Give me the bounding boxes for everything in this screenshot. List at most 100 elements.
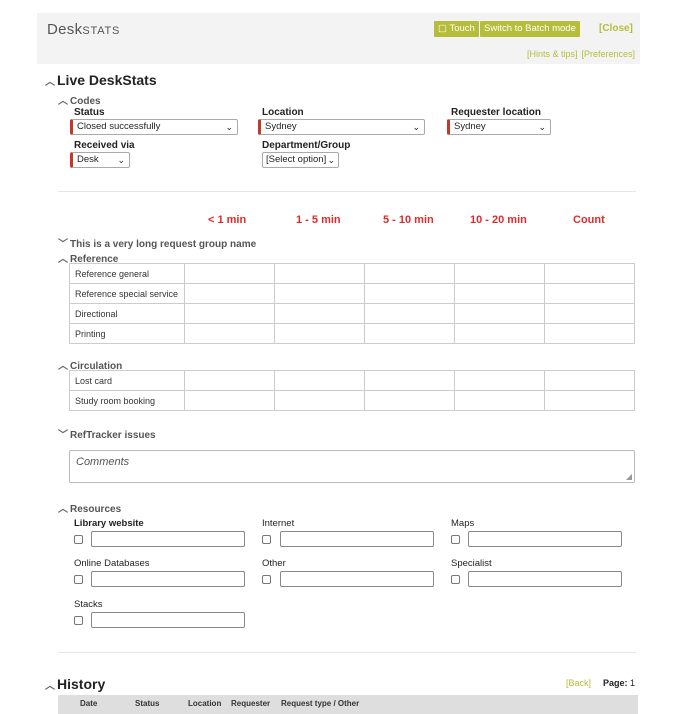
batch-mode-button[interactable]: Switch to Batch mode xyxy=(480,21,580,37)
count-cell[interactable] xyxy=(364,390,455,411)
caret-down-icon: ﹀ xyxy=(58,239,68,250)
count-cell[interactable] xyxy=(184,303,275,324)
resource-label-specialist: Specialist xyxy=(451,558,492,569)
count-cell[interactable] xyxy=(364,263,455,284)
count-cell[interactable] xyxy=(454,390,545,411)
resource-count-input[interactable] xyxy=(280,531,434,547)
resources-title-text: Resources xyxy=(70,504,122,515)
hints-link[interactable]: [Hints & tips] xyxy=(527,49,578,59)
live-title-text: Live DeskStats xyxy=(57,72,157,88)
live-deskstats-heading[interactable]: ︿ Live DeskStats xyxy=(45,72,157,88)
row-label: Reference general xyxy=(69,263,185,284)
history-title-text: History xyxy=(57,676,106,692)
divider xyxy=(58,191,636,192)
resources-heading[interactable]: ︿ Resources xyxy=(58,500,121,515)
preferences-link[interactable]: [Preferences] xyxy=(582,49,636,59)
history-col-request-type: Request type / Other xyxy=(281,699,360,708)
count-cell[interactable] xyxy=(544,303,635,324)
resource-checkbox[interactable] xyxy=(262,535,271,544)
count-cell[interactable] xyxy=(274,390,365,411)
resource-checkbox[interactable] xyxy=(451,535,460,544)
count-cell[interactable] xyxy=(544,390,635,411)
status-select[interactable]: Closed successfully ⌄ xyxy=(70,119,238,135)
resource-checkbox[interactable] xyxy=(74,575,83,584)
received-via-select[interactable]: Desk ⌄ xyxy=(70,152,130,168)
resource-count-input[interactable] xyxy=(91,571,245,587)
long-group-heading[interactable]: ﹀ This is a very long request group name xyxy=(58,235,256,250)
close-link[interactable]: [Close] xyxy=(599,23,633,34)
location-select[interactable]: Sydney ⌄ xyxy=(258,119,425,135)
history-heading[interactable]: ︿ History xyxy=(45,676,105,692)
resource-count-input[interactable] xyxy=(468,571,622,587)
column-header-10-20: 10 - 20 min xyxy=(470,214,527,226)
resource-count-input[interactable] xyxy=(91,612,245,628)
count-cell[interactable] xyxy=(274,263,365,284)
count-cell[interactable] xyxy=(454,263,545,284)
back-link[interactable]: [Back] xyxy=(566,678,591,688)
count-cell[interactable] xyxy=(184,370,275,391)
page-indicator: Page: 1 xyxy=(603,678,635,688)
caret-up-icon: ︿ xyxy=(58,254,68,265)
count-cell[interactable] xyxy=(184,283,275,304)
caret-up-icon: ︿ xyxy=(58,361,68,372)
resource-count-input[interactable] xyxy=(280,571,434,587)
table-row: Study room booking xyxy=(69,390,635,411)
circulation-table: Lost card Study room booking xyxy=(69,370,635,411)
resource-checkbox[interactable] xyxy=(262,575,271,584)
column-header-count: Count xyxy=(573,214,605,226)
count-cell[interactable] xyxy=(364,283,455,304)
count-cell[interactable] xyxy=(454,283,545,304)
codes-heading[interactable]: ︿ Codes xyxy=(58,92,101,107)
chevron-down-icon: ⌄ xyxy=(225,122,233,132)
count-cell[interactable] xyxy=(454,303,545,324)
count-cell[interactable] xyxy=(454,323,545,344)
department-value: [Select option] xyxy=(266,154,327,165)
comments-textarea[interactable]: Comments ◢ xyxy=(69,450,635,483)
count-cell[interactable] xyxy=(184,323,275,344)
count-cell[interactable] xyxy=(184,263,275,284)
top-bar: DeskSTATS ▢ Touch Switch to Batch mode [… xyxy=(37,13,640,64)
department-select[interactable]: [Select option] ⌄ xyxy=(262,152,339,168)
resource-count-input[interactable] xyxy=(91,531,245,547)
table-row: Reference special service xyxy=(69,283,635,304)
count-cell[interactable] xyxy=(274,323,365,344)
count-cell[interactable] xyxy=(274,303,365,324)
touch-button[interactable]: ▢ Touch xyxy=(434,21,479,37)
resource-checkbox[interactable] xyxy=(74,616,83,625)
count-cell[interactable] xyxy=(184,390,275,411)
count-cell[interactable] xyxy=(544,263,635,284)
brand-main: Desk xyxy=(47,21,83,38)
table-row: Lost card xyxy=(69,370,635,391)
requester-location-select[interactable]: Sydney ⌄ xyxy=(447,119,551,135)
table-row: Printing xyxy=(69,323,635,344)
resize-handle-icon[interactable]: ◢ xyxy=(626,472,632,481)
requester-location-label: Requester location xyxy=(451,107,542,118)
count-cell[interactable] xyxy=(274,283,365,304)
resource-label-internet: Internet xyxy=(262,518,295,529)
chevron-down-icon: ⌄ xyxy=(412,122,420,132)
count-cell[interactable] xyxy=(274,370,365,391)
count-cell[interactable] xyxy=(544,283,635,304)
codes-title-text: Codes xyxy=(70,96,101,107)
count-cell[interactable] xyxy=(544,370,635,391)
reftracker-title-text: RefTracker issues xyxy=(70,430,156,441)
count-cell[interactable] xyxy=(364,323,455,344)
table-row: Reference general xyxy=(69,263,635,284)
resource-label-maps: Maps xyxy=(451,518,475,529)
comments-placeholder: Comments xyxy=(76,456,130,468)
touch-label: Touch xyxy=(449,23,475,34)
brand-sc: STATS xyxy=(82,25,121,37)
requester-location-value: Sydney xyxy=(454,121,486,132)
resource-checkbox[interactable] xyxy=(74,535,83,544)
resource-label-stacks: Stacks xyxy=(74,599,103,610)
resource-count-input[interactable] xyxy=(468,531,622,547)
resource-label-online-databases: Online Databases xyxy=(74,558,150,569)
reftracker-heading[interactable]: ﹀ RefTracker issues xyxy=(58,426,156,441)
count-cell[interactable] xyxy=(454,370,545,391)
resource-checkbox[interactable] xyxy=(451,575,460,584)
chevron-down-icon: ⌄ xyxy=(538,122,546,132)
count-cell[interactable] xyxy=(544,323,635,344)
chevron-down-icon: ⌄ xyxy=(327,155,335,165)
count-cell[interactable] xyxy=(364,370,455,391)
count-cell[interactable] xyxy=(364,303,455,324)
